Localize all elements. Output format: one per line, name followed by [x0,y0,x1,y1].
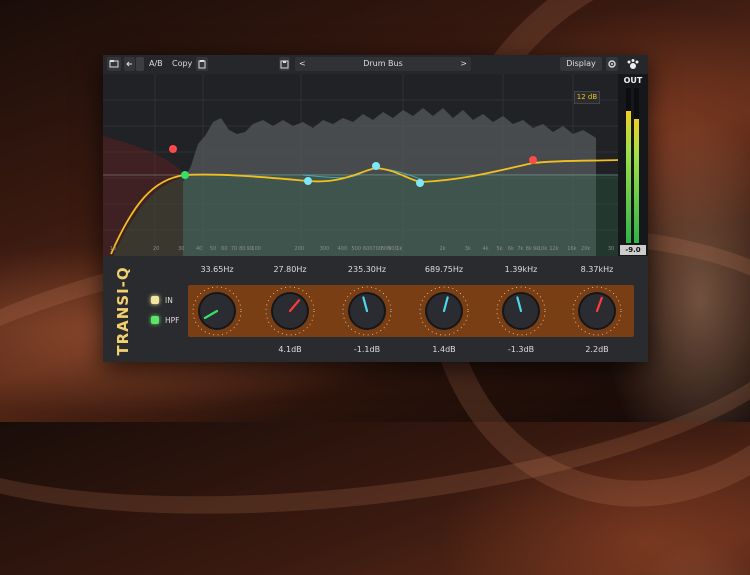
frequency-tick: 20k [581,246,591,252]
frequency-tick: 200 [294,246,305,252]
band-1-frequency[interactable]: 33.65Hz [182,265,252,274]
frequency-tick: 30 [607,246,615,252]
preset-name: Drum Bus [363,59,403,68]
frequency-tick: 7k [517,246,524,252]
frequency-tick: 3k [464,246,471,252]
frequency-tick: 600 [362,246,373,252]
band-5-knob[interactable] [491,285,551,337]
hpf-switch-label: HPF [165,316,180,325]
copy-button[interactable]: Copy [172,57,196,71]
frequency-tick: 8k [525,246,532,252]
eq-graph[interactable]: 12 dB 10 20 30 40 50 60 70 80 90 100 200 300 400 500 6… [103,74,618,256]
frequency-tick: 400 [337,246,348,252]
band-4-frequency[interactable]: 689.75Hz [409,265,479,274]
band-3-frequency[interactable]: 235.30Hz [332,265,402,274]
band-node-4[interactable] [416,179,424,187]
band-4-gain: 1.4dB [432,345,456,354]
frequency-tick: 10k [537,246,548,252]
save-icon [280,60,289,69]
brand-logo: TRANSI-Q [114,266,132,356]
meter-right [634,88,639,243]
band-1-knob[interactable] [187,285,247,337]
output-meter: OUT -9.0 [618,74,648,256]
band-6-knob[interactable] [567,285,627,337]
gear-icon [608,60,616,68]
meter-left-fill [626,111,631,243]
frequency-tick: 12k [549,246,559,252]
frequency-tick: 500 [351,246,362,252]
band-6-frequency[interactable]: 8.37kHz [562,265,632,274]
frequency-tick: 10 [109,246,117,252]
toolbar: A/B Copy < Drum Bus > Display [103,55,648,75]
save-preset-button[interactable] [279,57,290,71]
preset-selector[interactable]: < Drum Bus > [295,57,471,71]
band-node-3[interactable] [372,162,380,170]
meter-right-fill [634,119,639,243]
output-level-readout[interactable]: -9.0 [620,245,646,255]
meter-left [626,88,631,243]
output-label: OUT [623,76,643,85]
next-preset-button[interactable]: > [460,57,467,71]
frequency-tick: 2k [439,246,446,252]
settings-button[interactable] [606,57,618,71]
redo-button[interactable] [136,57,144,71]
frequency-tick: 50 [209,246,217,252]
frequency-tick: 20 [152,246,160,252]
frequency-tick: 300 [319,246,330,252]
folder-button[interactable] [107,57,121,71]
input-switch[interactable] [151,296,159,304]
controls-panel: TRANSI-Q IN HPF 33.65Hz 27.80Hz 4.1dB 235.3… [103,256,648,362]
hpf-switch[interactable] [151,316,159,324]
frequency-tick: 80 [239,246,246,252]
band-2-frequency[interactable]: 27.80Hz [255,265,325,274]
frequency-tick: 6k [507,246,514,252]
frequency-axis: 10 20 30 40 50 60 70 80 90 100 200 300 400 500 600 700 8… [103,246,618,256]
band-3-knob[interactable] [337,285,397,337]
clipboard-button[interactable] [196,57,208,71]
undo-arrow-icon [126,61,132,67]
band-node-hpf[interactable] [181,171,189,179]
frequency-tick: 30 [178,246,185,252]
display-button[interactable]: Display [560,57,602,71]
band-node-1[interactable] [169,145,177,153]
band-node-2[interactable] [304,177,312,185]
band-6-gain: 2.2dB [585,345,609,354]
frequency-tick: 70 [230,246,238,252]
frequency-tick: 1k [396,246,403,252]
frequency-tick: 5k [496,246,503,252]
band-4-knob[interactable] [414,285,474,337]
frequency-tick: 40 [196,246,203,252]
range-badge[interactable]: 12 dB [574,91,600,104]
frequency-tick: 60 [221,246,228,252]
input-switch-label: IN [165,296,173,305]
band-node-5[interactable] [529,156,537,164]
logo-menu-button[interactable] [625,57,641,71]
frequency-tick: 4k [482,246,489,252]
band-2-knob[interactable] [260,285,320,337]
band-curve-green [113,175,618,256]
band-5-gain: -1.3dB [507,345,535,354]
paw-logo-icon [627,59,639,69]
frequency-tick: 16k [567,246,577,252]
band-2-gain: 4.1dB [278,345,302,354]
band-3-gain: -1.1dB [353,345,381,354]
ab-compare-button[interactable]: A/B [149,57,169,71]
folder-icon [109,60,119,68]
band-5-frequency[interactable]: 1.39kHz [486,265,556,274]
frequency-tick: 100 [251,246,261,252]
clipboard-icon [198,60,206,69]
undo-button[interactable] [124,57,135,71]
plugin-window: A/B Copy < Drum Bus > Display 12 dB 10 2… [103,55,648,362]
